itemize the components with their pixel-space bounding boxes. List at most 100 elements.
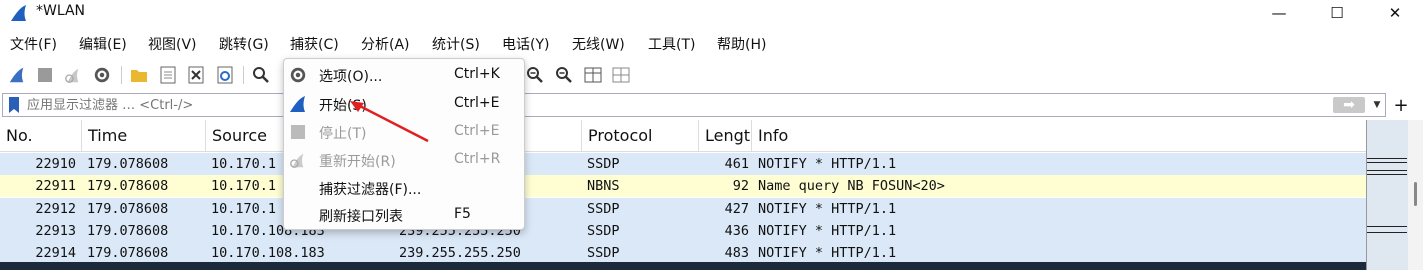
menu-item-label: 捕获过滤器(F)... [319,182,422,198]
packet-cell-length: 92 [732,178,749,195]
close-file-icon[interactable] [185,64,207,86]
packet-cell-time: 179.078608 [87,200,169,217]
capture-options-icon[interactable] [91,64,113,86]
vertical-scrollbar[interactable] [1408,120,1423,270]
column-header-time[interactable]: Time [82,120,206,152]
display-filter-input[interactable] [27,95,1317,115]
minimap-mark [1367,158,1407,159]
packet-list: No. Time Source Destination Protocol Len… [0,120,1366,270]
minimap-mark [1367,170,1407,171]
menu-view[interactable]: 视图(V) [148,34,197,54]
packet-cell-no: 22911 [35,178,76,195]
packet-row[interactable]: 22914 179.078608 10.170.108.183 239.255.255… [0,242,1366,265]
stop-capture-icon[interactable] [34,64,56,86]
packet-cell-no: 22912 [35,200,76,217]
menu-item-label: 选项(O)... [319,69,383,85]
save-file-icon[interactable] [157,64,179,86]
stop-square-icon [288,122,308,142]
start-capture-icon[interactable] [6,64,28,86]
menu-item-shortcut: Ctrl+E [454,95,500,111]
packet-cell-protocol: SSDP [587,200,620,217]
find-packet-icon[interactable] [250,64,272,86]
packet-cell-info: NOTIFY * HTTP/1.1 [758,156,897,172]
zoom-out-icon[interactable] [553,64,575,86]
packet-cell-info: NOTIFY * HTTP/1.1 [758,200,897,217]
packet-cell-protocol: SSDP [587,156,620,172]
toolbar-separator [121,66,122,84]
close-window-button[interactable]: ✕ [1366,0,1423,26]
scrollbar-thumb[interactable] [1414,182,1417,206]
window-title: *WLAN [36,3,86,19]
add-filter-button[interactable]: + [1390,93,1412,117]
menu-item-shortcut: Ctrl+E [454,123,500,139]
capture-menu-restart[interactable]: 重新开始(R) Ctrl+R [284,146,524,174]
menu-item-shortcut: Ctrl+K [454,66,500,82]
menu-go[interactable]: 跳转(G) [219,34,269,54]
packet-cell-no: 22914 [35,245,76,262]
packet-cell-no: 22910 [35,156,76,172]
packet-cell-length: 436 [724,222,749,239]
zoom-in-icon[interactable] [524,64,546,86]
menu-bar: 文件(F) 编辑(E) 视图(V) 跳转(G) 捕获(C) 分析(A) 统计(S… [0,30,1423,58]
menu-telephony[interactable]: 电话(Y) [502,34,549,54]
normal-size-icon[interactable] [582,64,604,86]
packet-cell-time: 179.078608 [87,222,169,239]
resize-columns-icon[interactable] [610,64,632,86]
capture-menu-refresh-interfaces[interactable]: 刷新接口列表 F5 [284,201,524,229]
packet-cell-time: 179.078608 [87,245,169,262]
bookmark-icon[interactable] [5,95,23,115]
menu-wireless[interactable]: 无线(W) [572,34,625,54]
packet-cell-info: Name query NB FOSUN<20> [758,178,945,195]
packet-cell-protocol: NBNS [587,178,620,195]
selected-packet-row[interactable] [0,262,1366,270]
display-filter-bar: ➡ ▼ [2,93,1386,117]
menu-item-label: 重新开始(R) [319,154,396,170]
main-toolbar [0,60,1423,90]
packet-cell-length: 483 [724,245,749,262]
menu-analyze[interactable]: 分析(A) [361,34,410,54]
restart-capture-icon[interactable] [62,64,84,86]
packet-cell-no: 22913 [35,222,76,239]
maximize-button[interactable]: ☐ [1308,0,1366,26]
minimap-mark [1367,232,1407,233]
packet-cell-length: 427 [724,200,749,217]
packet-row[interactable]: 22911 179.078608 10.170.1 NBNS 92 Name query … [0,175,1366,198]
packet-cell-time: 179.078608 [87,178,169,195]
column-header-protocol[interactable]: Protocol [582,120,699,152]
apply-filter-button[interactable]: ➡ [1333,97,1365,113]
menu-help[interactable]: 帮助(H) [717,34,766,54]
column-header-no[interactable]: No. [0,120,82,152]
packet-cell-info: NOTIFY * HTTP/1.1 [758,245,897,262]
packet-row[interactable]: 22910179.07860810.170.10SSDP461NOTIFY * … [0,153,1366,175]
menu-item-shortcut: Ctrl+R [454,151,501,167]
gear-icon [288,65,308,85]
column-header-info[interactable]: Info [752,120,1366,152]
packet-minimap[interactable] [1366,120,1408,270]
menu-capture[interactable]: 捕获(C) [290,34,339,54]
toolbar-separator [243,66,244,84]
packet-cell-protocol: SSDP [587,222,620,239]
reload-file-icon[interactable] [214,64,236,86]
menu-tools[interactable]: 工具(T) [648,34,695,54]
menu-item-shortcut: F5 [454,206,471,222]
title-bar: *WLAN — ☐ ✕ [0,0,1423,26]
minimize-button[interactable]: — [1250,0,1308,26]
minimap-mark [1367,162,1407,163]
open-file-icon[interactable] [128,64,150,86]
capture-menu-options[interactable]: 选项(O)... Ctrl+K [284,61,524,89]
packet-row[interactable]: 22912179.07860810.170.10SSDP427NOTIFY * … [0,197,1366,220]
menu-statistics[interactable]: 统计(S) [432,34,480,54]
minimap-mark [1367,174,1407,175]
packet-list-header: No. Time Source Destination Protocol Len… [0,120,1366,152]
packet-row[interactable]: 22913 179.078608 10.170.108.183 239.255.255… [0,219,1366,242]
menu-file[interactable]: 文件(F) [10,34,57,54]
filter-history-dropdown[interactable]: ▼ [1370,96,1384,114]
minimap-mark [1367,226,1407,227]
annotation-arrow-icon [350,101,429,143]
capture-menu-capture-filters[interactable]: 捕获过滤器(F)... [284,174,524,202]
menu-edit[interactable]: 编辑(E) [79,34,127,54]
column-header-length[interactable]: Lengt [699,120,752,152]
packet-cell-time: 179.078608 [87,156,169,172]
packet-cell-protocol: SSDP [587,245,620,262]
packet-cell-length: 461 [724,156,749,172]
